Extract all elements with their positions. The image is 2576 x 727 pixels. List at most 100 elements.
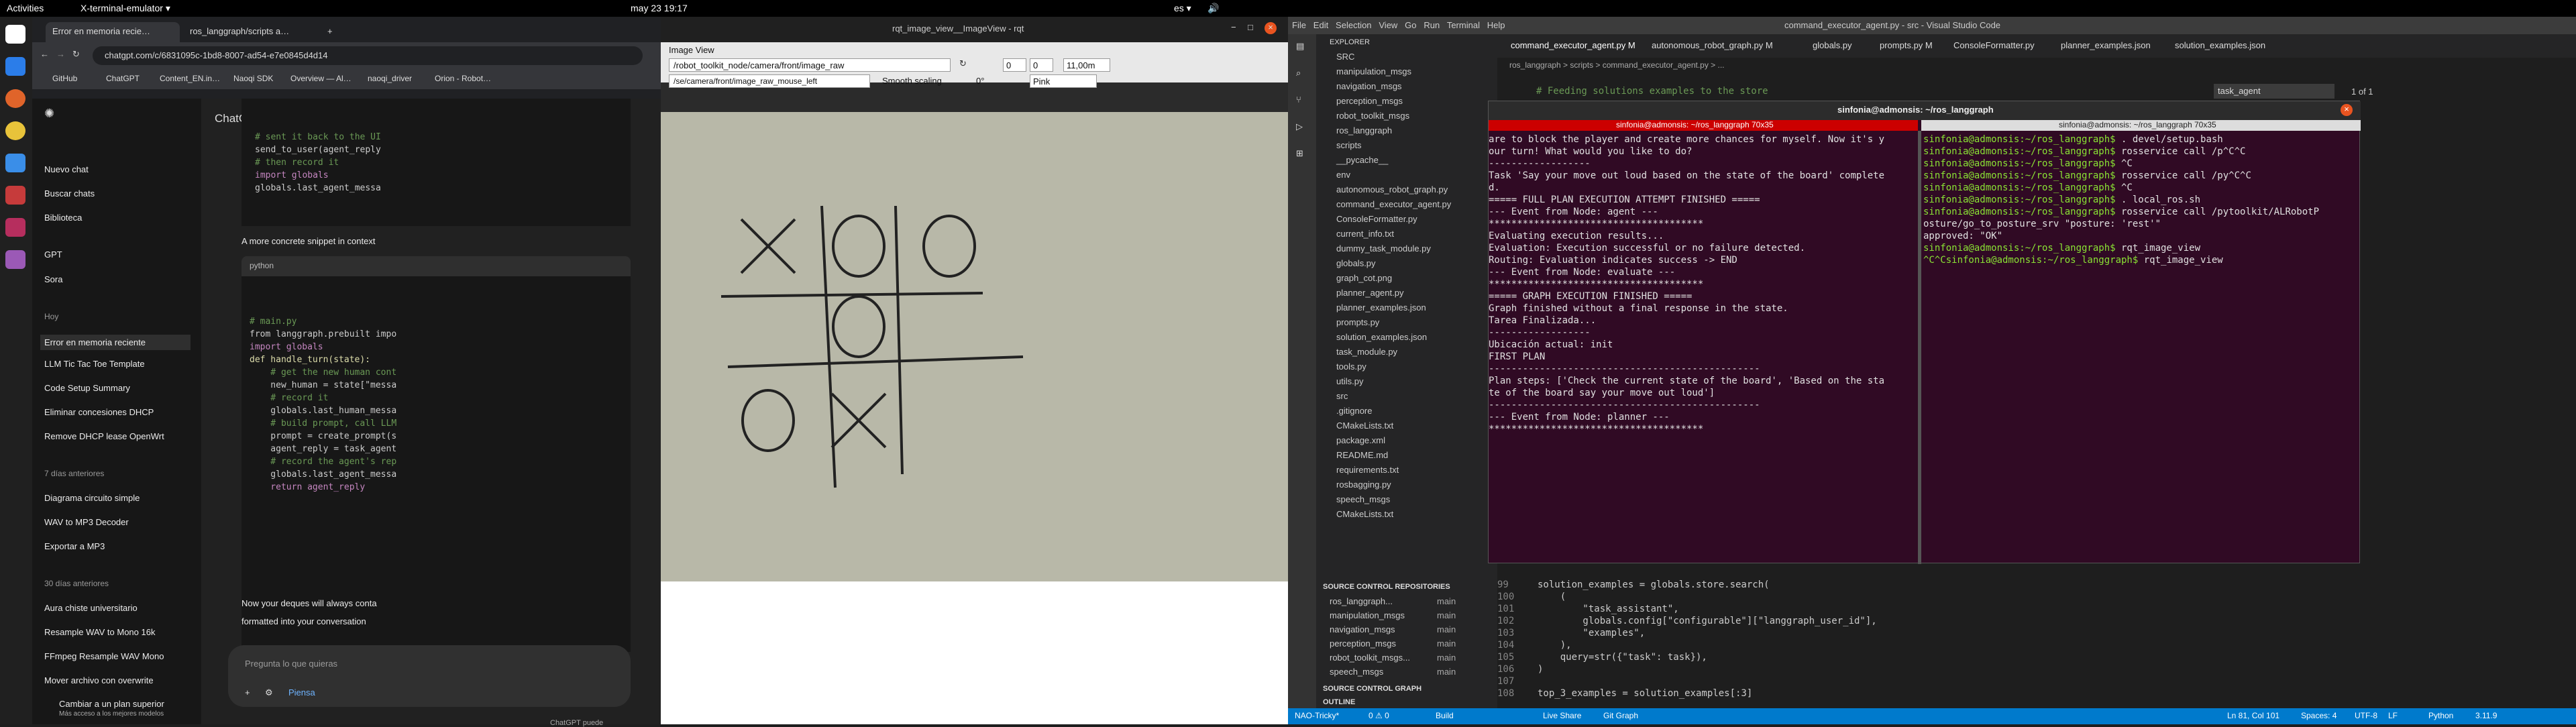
- back-icon[interactable]: ←: [40, 49, 49, 59]
- forward-icon[interactable]: →: [56, 49, 65, 59]
- cortana-icon[interactable]: [5, 154, 25, 172]
- minimize-icon[interactable]: −: [1231, 22, 1236, 32]
- bookmark-orion[interactable]: Orion - Robot…: [435, 74, 491, 83]
- menu-view[interactable]: View: [1379, 20, 1397, 30]
- bookmark-overview[interactable]: Overview — Al…: [290, 74, 352, 83]
- search-icon[interactable]: ⌕: [1296, 68, 1301, 78]
- search-chats-button[interactable]: Buscar chats: [44, 188, 95, 199]
- firefox-icon[interactable]: [5, 89, 25, 108]
- file-tree-item[interactable]: globals.py: [1336, 258, 1376, 268]
- file-tree-item[interactable]: scripts: [1336, 140, 1362, 150]
- repo-item[interactable]: perception_msgs: [1330, 638, 1396, 649]
- status-cursor[interactable]: Ln 81, Col 101: [2227, 711, 2279, 720]
- debug-icon[interactable]: ▷: [1296, 121, 1303, 132]
- file-tree-item[interactable]: src: [1336, 391, 1348, 401]
- plus-icon[interactable]: +: [245, 687, 250, 697]
- color-select[interactable]: Pink: [1030, 74, 1097, 88]
- file-tree-item[interactable]: prompts.py: [1336, 317, 1379, 327]
- file-tree-item[interactable]: navigation_msgs: [1336, 81, 1402, 91]
- file-tree-item[interactable]: package.xml: [1336, 435, 1385, 445]
- spinbox[interactable]: 0: [1030, 58, 1053, 72]
- status-git-graph[interactable]: Git Graph: [1603, 711, 1638, 720]
- gpt-button[interactable]: GPT: [44, 249, 62, 260]
- menu-file[interactable]: File: [1292, 20, 1306, 30]
- status-python-version[interactable]: 3.11.9: [2475, 711, 2497, 720]
- scm-header[interactable]: SOURCE CONTROL REPOSITORIES: [1323, 583, 1450, 591]
- file-tree-item[interactable]: command_executor_agent.py: [1336, 199, 1451, 209]
- menu-terminal[interactable]: Terminal: [1447, 20, 1480, 30]
- upgrade-plan-button[interactable]: Cambiar a un plan superior: [59, 699, 164, 709]
- maximize-icon[interactable]: □: [1248, 22, 1253, 32]
- breadcrumb[interactable]: ros_langgraph > scripts > command_execut…: [1509, 60, 1725, 70]
- visual-studio-icon[interactable]: [5, 57, 25, 76]
- bookmark-github[interactable]: GitHub: [52, 74, 77, 83]
- status-build[interactable]: Build: [1436, 711, 1454, 720]
- sora-button[interactable]: Sora: [44, 274, 62, 284]
- file-tree-item[interactable]: robot_toolkit_msgs: [1336, 111, 1409, 121]
- activities-button[interactable]: Activities: [7, 3, 44, 13]
- rotation-label[interactable]: 0°: [976, 76, 984, 86]
- chat-item[interactable]: Exportar a MP3: [44, 541, 105, 551]
- file-tree-item[interactable]: README.md: [1336, 450, 1388, 460]
- chat-item[interactable]: Remove DHCP lease OpenWrt: [44, 431, 164, 441]
- repo-item[interactable]: speech_msgs: [1330, 667, 1383, 677]
- scm-graph-header[interactable]: SOURCE CONTROL GRAPH: [1323, 685, 1421, 693]
- piensa-toggle[interactable]: Piensa: [288, 687, 315, 697]
- repo-item[interactable]: robot_toolkit_msgs...: [1330, 653, 1410, 663]
- time-input[interactable]: 11,00m: [1063, 58, 1110, 72]
- new-tab-button[interactable]: +: [321, 22, 341, 42]
- new-chat-button[interactable]: Nuevo chat: [44, 164, 89, 174]
- repo-item[interactable]: ros_langgraph...: [1330, 596, 1393, 606]
- chat-item[interactable]: Aura chiste universitario: [44, 603, 138, 613]
- file-tree-item[interactable]: SRC: [1336, 52, 1354, 62]
- tool-icon[interactable]: [5, 250, 25, 269]
- chat-item[interactable]: WAV to MP3 Decoder: [44, 517, 129, 527]
- file-tree-item[interactable]: CMakeLists.txt: [1336, 421, 1393, 431]
- file-tree-item[interactable]: graph_cot.png: [1336, 273, 1392, 283]
- library-button[interactable]: Biblioteca: [44, 213, 82, 223]
- chat-item[interactable]: Resample WAV to Mono 16k: [44, 627, 155, 637]
- file-tree-item[interactable]: autonomous_robot_graph.py: [1336, 184, 1448, 194]
- close-icon[interactable]: ×: [1265, 22, 1277, 34]
- address-bar[interactable]: chatgpt.com/c/6831095c-1bd8-8007-ad54-e7…: [93, 46, 643, 65]
- status-live-share[interactable]: Live Share: [1543, 711, 1581, 720]
- chat-item[interactable]: LLM Tic Tac Toe Template: [44, 359, 145, 369]
- editor-tab[interactable]: prompts.py M: [1880, 40, 1933, 50]
- chat-item[interactable]: Code Setup Summary: [44, 383, 130, 393]
- file-tree-item[interactable]: utils.py: [1336, 376, 1363, 386]
- explorer-icon[interactable]: ▤: [1296, 41, 1304, 52]
- menu-go[interactable]: Go: [1405, 20, 1416, 30]
- menu-edit[interactable]: Edit: [1313, 20, 1328, 30]
- status-problems[interactable]: 0 ⚠ 0: [1368, 711, 1389, 720]
- tools-icon[interactable]: ⚙: [265, 687, 273, 698]
- spinbox[interactable]: 0: [1003, 58, 1026, 72]
- repo-item[interactable]: navigation_msgs: [1330, 624, 1395, 634]
- topic-select[interactable]: /robot_toolkit_node/camera/front/image_r…: [669, 58, 951, 72]
- chrome-icon[interactable]: [5, 121, 25, 140]
- status-branch[interactable]: NAO-Tricky*: [1295, 711, 1339, 720]
- editor-tab[interactable]: autonomous_robot_graph.py M: [1652, 40, 1773, 50]
- prompt-input[interactable]: Pregunta lo que quieras: [245, 659, 337, 669]
- prompt-box[interactable]: [228, 645, 631, 707]
- file-tree-item[interactable]: __pycache__: [1336, 155, 1388, 165]
- status-language[interactable]: Python: [2428, 711, 2453, 720]
- find-widget[interactable]: task_agent: [2214, 84, 2334, 99]
- file-tree-item[interactable]: dummy_task_module.py: [1336, 243, 1431, 254]
- file-tree-item[interactable]: planner_examples.json: [1336, 302, 1426, 313]
- menu-run[interactable]: Run: [1424, 20, 1440, 30]
- editor-tab[interactable]: solution_examples.json: [2175, 40, 2265, 50]
- clock[interactable]: may 23 19:17: [631, 3, 688, 13]
- chat-item[interactable]: FFmpeg Resample WAV Mono: [44, 651, 164, 661]
- extensions-icon[interactable]: ⊞: [1296, 148, 1303, 159]
- file-tree-item[interactable]: rosbagging.py: [1336, 480, 1391, 490]
- editor-tab[interactable]: ConsoleFormatter.py: [1953, 40, 2035, 50]
- status-encoding[interactable]: UTF-8: [2355, 711, 2377, 720]
- wifi-icon[interactable]: [5, 218, 25, 237]
- file-tree-item[interactable]: tools.py: [1336, 361, 1366, 372]
- status-indent[interactable]: Spaces: 4: [2301, 711, 2337, 720]
- openai-logo-icon[interactable]: ✺: [44, 107, 54, 121]
- chat-item[interactable]: Eliminar concesiones DHCP: [44, 407, 154, 417]
- bookmark-naoqi-sdk[interactable]: Naoqi SDK: [233, 74, 273, 83]
- file-tree-item[interactable]: solution_examples.json: [1336, 332, 1427, 342]
- smooth-scaling-checkbox[interactable]: Smooth scaling: [882, 76, 942, 86]
